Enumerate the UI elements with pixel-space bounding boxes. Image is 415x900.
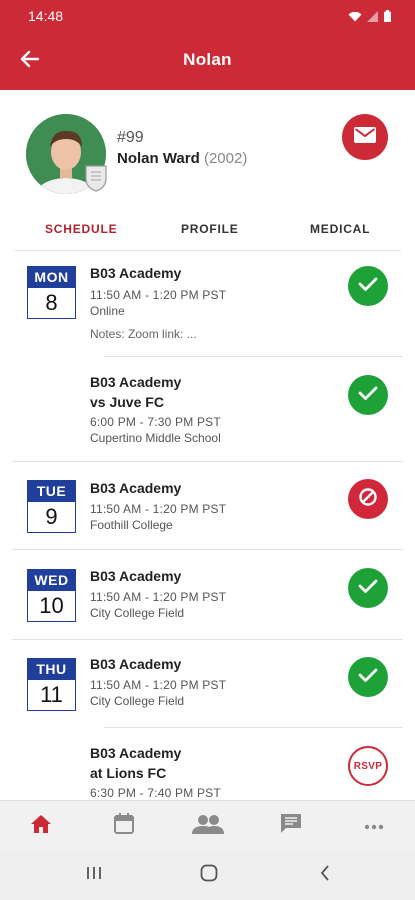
event-title: B03 Academy	[90, 480, 182, 496]
event-time: 11:50 AM - 1:20 PM PST	[90, 678, 227, 692]
attendance-declined-button[interactable]	[348, 479, 388, 519]
home-icon	[30, 814, 52, 839]
bottom-nav	[0, 800, 415, 850]
tab-medical[interactable]: MEDICAL	[310, 222, 370, 236]
event-time: 11:50 AM - 1:20 PM PST	[90, 590, 227, 604]
check-icon	[358, 578, 378, 599]
app-bar: Nolan	[0, 32, 415, 90]
event-title: B03 Academy	[90, 265, 182, 281]
date-badge: MON 8	[27, 266, 76, 319]
status-time: 14:48	[28, 8, 64, 24]
check-icon	[358, 385, 378, 406]
list-item[interactable]: WED 10 B03 Academy 11:50 AM - 1:20 PM PS…	[0, 550, 415, 640]
date-day: 8	[45, 290, 58, 315]
event-time: 6:30 PM - 7:40 PM PST	[90, 786, 221, 800]
signal-icon	[367, 9, 379, 27]
birth-year: (2002)	[203, 150, 248, 167]
check-icon	[358, 667, 378, 688]
calendar-icon	[114, 813, 134, 839]
date-badge: TUE 9	[27, 480, 76, 533]
list-item[interactable]: B03 Academy at Lions FC 6:30 PM - 7:40 P…	[0, 728, 415, 800]
event-location: Cupertino Middle School	[90, 431, 221, 445]
system-nav-bar	[0, 850, 415, 900]
attendance-confirmed-button[interactable]	[348, 266, 388, 306]
list-item[interactable]: B03 Academy vs Juve FC 6:00 PM - 7:30 PM…	[0, 357, 415, 462]
date-weekday: TUE	[28, 481, 75, 502]
schedule-list[interactable]: MON 8 B03 Academy 11:50 AM - 1:20 PM PST…	[0, 251, 415, 800]
page-title: Nolan	[183, 50, 232, 69]
check-icon	[358, 276, 378, 297]
battery-icon	[384, 9, 391, 27]
event-time: 6:00 PM - 7:30 PM PST	[90, 415, 221, 429]
date-weekday: WED	[28, 570, 75, 591]
event-location: Foothill College	[90, 518, 173, 532]
date-day: 9	[45, 504, 58, 529]
event-time: 11:50 AM - 1:20 PM PST	[90, 288, 227, 302]
nav-people[interactable]	[192, 813, 224, 839]
date-weekday: MON	[28, 267, 75, 288]
list-item[interactable]: TUE 9 B03 Academy 11:50 AM - 1:20 PM PST…	[0, 462, 415, 550]
date-badge: WED 10	[27, 569, 76, 622]
player-profile-header: #99 Nolan Ward (2002)	[0, 90, 415, 208]
event-location: City College Field	[90, 606, 185, 620]
team-crest-icon	[84, 164, 108, 192]
system-back-button[interactable]	[313, 864, 337, 886]
tab-bar: SCHEDULE PROFILE MEDICAL	[0, 208, 415, 250]
nav-more[interactable]	[361, 813, 387, 839]
event-time: 11:50 AM - 1:20 PM PST	[90, 502, 227, 516]
event-title: B03 Academy	[90, 656, 182, 672]
event-opponent: vs Juve FC	[90, 394, 164, 410]
event-location: Online	[90, 304, 125, 318]
recents-button[interactable]	[82, 864, 106, 886]
event-title: B03 Academy	[90, 745, 182, 761]
list-item[interactable]: THU 11 B03 Academy 11:50 AM - 1:20 PM PS…	[0, 640, 415, 728]
event-opponent: at Lions FC	[90, 765, 167, 781]
attendance-confirmed-button[interactable]	[348, 375, 388, 415]
home-circle-icon	[200, 864, 218, 887]
back-chevron-icon	[320, 864, 330, 886]
attendance-confirmed-button[interactable]	[348, 568, 388, 608]
more-icon	[364, 817, 384, 835]
system-home-button[interactable]	[197, 864, 221, 886]
list-item[interactable]: MON 8 B03 Academy 11:50 AM - 1:20 PM PST…	[0, 251, 415, 357]
chat-icon	[280, 813, 302, 839]
date-day: 11	[40, 682, 63, 707]
tab-schedule[interactable]: SCHEDULE	[45, 222, 117, 236]
rsvp-button[interactable]: RSVP	[348, 746, 388, 786]
tab-profile[interactable]: PROFILE	[181, 222, 239, 236]
status-icons	[348, 9, 391, 27]
nav-calendar[interactable]	[111, 813, 137, 839]
event-location: City College Field	[90, 694, 185, 708]
player-name-text: Nolan Ward	[117, 150, 200, 167]
block-icon	[358, 487, 378, 512]
nav-home[interactable]	[28, 813, 54, 839]
player-name: Nolan Ward (2002)	[117, 150, 247, 167]
people-icon	[192, 814, 224, 839]
status-bar: 14:48	[0, 0, 415, 32]
mail-button[interactable]	[342, 114, 388, 160]
date-weekday: THU	[28, 659, 75, 680]
event-notes: Notes: Zoom link: ...	[90, 327, 197, 341]
nav-messages[interactable]	[278, 813, 304, 839]
jersey-number: #99	[117, 129, 144, 146]
recents-icon	[86, 865, 102, 886]
event-title: B03 Academy	[90, 374, 182, 390]
mail-icon	[354, 126, 376, 148]
date-day: 10	[39, 593, 64, 618]
event-title: B03 Academy	[90, 568, 182, 584]
wifi-icon	[348, 9, 362, 27]
date-badge: THU 11	[27, 658, 76, 711]
attendance-confirmed-button[interactable]	[348, 657, 388, 697]
